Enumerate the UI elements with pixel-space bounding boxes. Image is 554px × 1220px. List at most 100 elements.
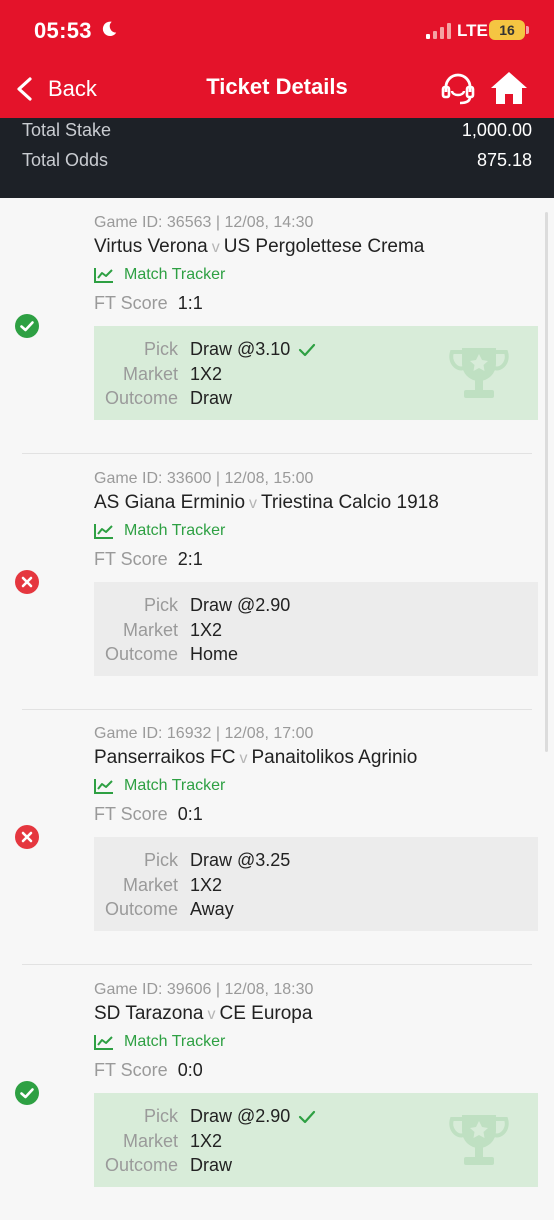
- chart-line-icon: [94, 1034, 114, 1050]
- loss-cross-icon: [15, 825, 39, 849]
- ticket-summary: Total Stake 1,000.00 Total Odds 875.18: [0, 118, 554, 198]
- away-team: Panaitolikos Agrinio: [252, 747, 418, 768]
- market-label: Market: [123, 1131, 178, 1152]
- pick-label: Pick: [144, 595, 178, 616]
- pick-details-box: Pick Draw @3.25 Market 1X2 Outcome Away: [94, 837, 538, 931]
- selection-card: Game ID: 39606 | 12/08, 18:30 SD Tarazon…: [0, 965, 554, 1220]
- pick-label: Pick: [144, 1106, 178, 1127]
- win-check-icon: [15, 1081, 39, 1105]
- pick-value: Draw @3.10: [190, 339, 290, 359]
- total-odds-value: 875.18: [477, 150, 532, 171]
- pick-value: Draw @2.90: [190, 1106, 290, 1126]
- trophy-icon: [448, 346, 510, 402]
- chart-line-icon: [94, 267, 114, 283]
- away-team: US Pergolettese Crema: [224, 236, 425, 257]
- versus-separator: v: [240, 750, 248, 767]
- ft-score-label: FT Score: [94, 549, 168, 569]
- match-tracker-link[interactable]: Match Tracker: [94, 1033, 225, 1051]
- home-team: AS Giana Erminio: [94, 492, 245, 513]
- ft-score-label: FT Score: [94, 1060, 168, 1080]
- network-type: LTE: [457, 21, 488, 41]
- market-label: Market: [123, 875, 178, 896]
- ft-score-row: FT Score 0:1: [94, 804, 203, 825]
- match-teams: AS Giana ErminiovTriestina Calcio 1918: [94, 492, 439, 514]
- market-value: 1X2: [190, 620, 222, 641]
- pick-value-wrap: Draw @2.90: [190, 1106, 316, 1127]
- versus-separator: v: [208, 1006, 216, 1023]
- home-icon[interactable]: [490, 70, 528, 106]
- ft-score-label: FT Score: [94, 293, 168, 313]
- match-tracker-link[interactable]: Match Tracker: [94, 777, 225, 795]
- ft-score-value: 2:1: [178, 549, 203, 569]
- ft-score-row: FT Score 1:1: [94, 293, 203, 314]
- pick-value-wrap: Draw @3.25: [190, 850, 290, 871]
- ft-score-row: FT Score 0:0: [94, 1060, 203, 1081]
- pick-details-box: Pick Draw @2.90 Market 1X2 Outcome Draw: [94, 1093, 538, 1187]
- cellular-signal-icon: [426, 23, 452, 39]
- game-id-line: Game ID: 16932 | 12/08, 17:00: [94, 725, 313, 743]
- headset-support-icon[interactable]: [440, 72, 476, 106]
- selections-list[interactable]: Game ID: 36563 | 12/08, 14:30 Virtus Ver…: [0, 198, 554, 1199]
- loss-cross-icon: [15, 570, 39, 594]
- total-stake-row: Total Stake 1,000.00: [22, 120, 532, 141]
- outcome-label: Outcome: [105, 1155, 178, 1176]
- status-time: 05:53: [34, 18, 92, 44]
- market-label: Market: [123, 364, 178, 385]
- chart-line-icon: [94, 523, 114, 539]
- pick-value-wrap: Draw @3.10: [190, 339, 316, 360]
- match-tracker-label: Match Tracker: [124, 777, 225, 795]
- ft-score-value: 0:0: [178, 1060, 203, 1080]
- market-label: Market: [123, 620, 178, 641]
- home-team: SD Tarazona: [94, 1003, 204, 1024]
- battery-level: 16: [489, 20, 525, 40]
- trophy-icon: [448, 1113, 510, 1169]
- battery-tip: [526, 26, 529, 34]
- ft-score-value: 1:1: [178, 293, 203, 313]
- home-team: Virtus Verona: [94, 236, 208, 257]
- versus-separator: v: [212, 239, 220, 256]
- chart-line-icon: [94, 778, 114, 794]
- match-tracker-label: Match Tracker: [124, 1033, 225, 1051]
- app-header: 05:53 LTE 16 Back Ticket Details: [0, 0, 554, 118]
- ft-score-row: FT Score 2:1: [94, 549, 203, 570]
- total-odds-row: Total Odds 875.18: [22, 150, 532, 171]
- outcome-value: Home: [190, 644, 238, 665]
- match-tracker-link[interactable]: Match Tracker: [94, 266, 225, 284]
- win-check-icon: [15, 314, 39, 338]
- pick-value: Draw @3.25: [190, 850, 290, 870]
- outcome-value: Away: [190, 899, 234, 920]
- game-id-line: Game ID: 33600 | 12/08, 15:00: [94, 470, 313, 488]
- pick-label: Pick: [144, 339, 178, 360]
- ft-score-value: 0:1: [178, 804, 203, 824]
- match-teams: SD TarazonavCE Europa: [94, 1003, 312, 1025]
- home-team: Panserraikos FC: [94, 747, 236, 768]
- pick-label: Pick: [144, 850, 178, 871]
- match-tracker-label: Match Tracker: [124, 522, 225, 540]
- total-stake-value: 1,000.00: [462, 120, 532, 141]
- match-tracker-label: Match Tracker: [124, 266, 225, 284]
- match-tracker-link[interactable]: Match Tracker: [94, 522, 225, 540]
- outcome-value: Draw: [190, 1155, 232, 1176]
- away-team: Triestina Calcio 1918: [261, 492, 439, 513]
- market-value: 1X2: [190, 875, 222, 896]
- market-value: 1X2: [190, 364, 222, 385]
- selection-card: Game ID: 33600 | 12/08, 15:00 AS Giana E…: [0, 454, 554, 710]
- outcome-label: Outcome: [105, 388, 178, 409]
- market-value: 1X2: [190, 1131, 222, 1152]
- pick-details-box: Pick Draw @3.10 Market 1X2 Outcome Draw: [94, 326, 538, 420]
- outcome-value: Draw: [190, 388, 232, 409]
- pick-value: Draw @2.90: [190, 595, 290, 615]
- game-id-line: Game ID: 39606 | 12/08, 18:30: [94, 981, 313, 999]
- outcome-label: Outcome: [105, 644, 178, 665]
- pick-correct-check-icon: [298, 343, 316, 357]
- outcome-label: Outcome: [105, 899, 178, 920]
- total-stake-label: Total Stake: [22, 120, 111, 141]
- total-odds-label: Total Odds: [22, 150, 108, 171]
- match-teams: Panserraikos FCvPanaitolikos Agrinio: [94, 747, 417, 769]
- pick-value-wrap: Draw @2.90: [190, 595, 290, 616]
- ft-score-label: FT Score: [94, 804, 168, 824]
- versus-separator: v: [249, 495, 257, 512]
- pick-details-box: Pick Draw @2.90 Market 1X2 Outcome Home: [94, 582, 538, 676]
- selection-card: Game ID: 36563 | 12/08, 14:30 Virtus Ver…: [0, 198, 554, 454]
- match-teams: Virtus VeronavUS Pergolettese Crema: [94, 236, 424, 258]
